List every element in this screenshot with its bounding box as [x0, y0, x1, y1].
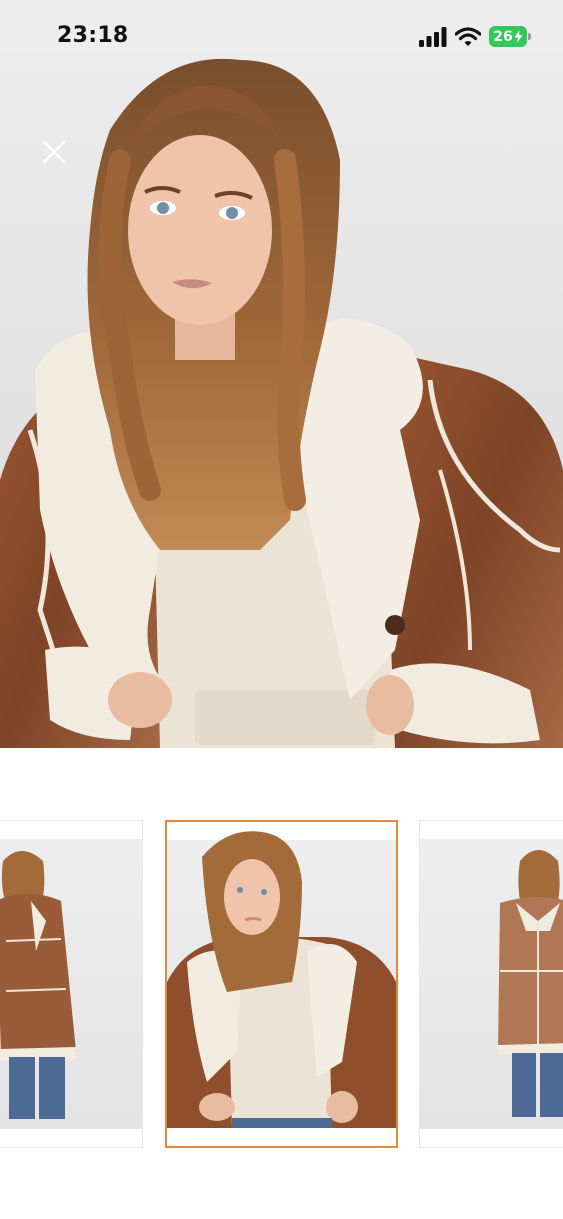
model-cropped-jacket-image	[0, 50, 563, 748]
thumbnail-3[interactable]	[419, 820, 563, 1148]
close-icon[interactable]	[38, 136, 70, 168]
thumbnail-image-cropped-jacket	[167, 831, 396, 1128]
thumbnail-1[interactable]	[0, 820, 143, 1148]
battery-charging-icon: 26	[489, 26, 531, 47]
status-bar: 23:18 26	[0, 0, 563, 50]
signal-icon	[419, 26, 447, 47]
bolt-icon	[514, 30, 523, 43]
status-icons: 26	[419, 26, 531, 47]
battery-level: 26	[493, 28, 513, 45]
wifi-icon	[455, 26, 481, 46]
status-time: 23:18	[57, 23, 129, 48]
thumbnail-2-selected[interactable]	[165, 820, 398, 1148]
thumbnail-image-long-coat-front	[498, 850, 563, 1117]
main-product-image[interactable]	[0, 50, 563, 748]
thumbnail-image-long-coat-side	[0, 851, 76, 1119]
